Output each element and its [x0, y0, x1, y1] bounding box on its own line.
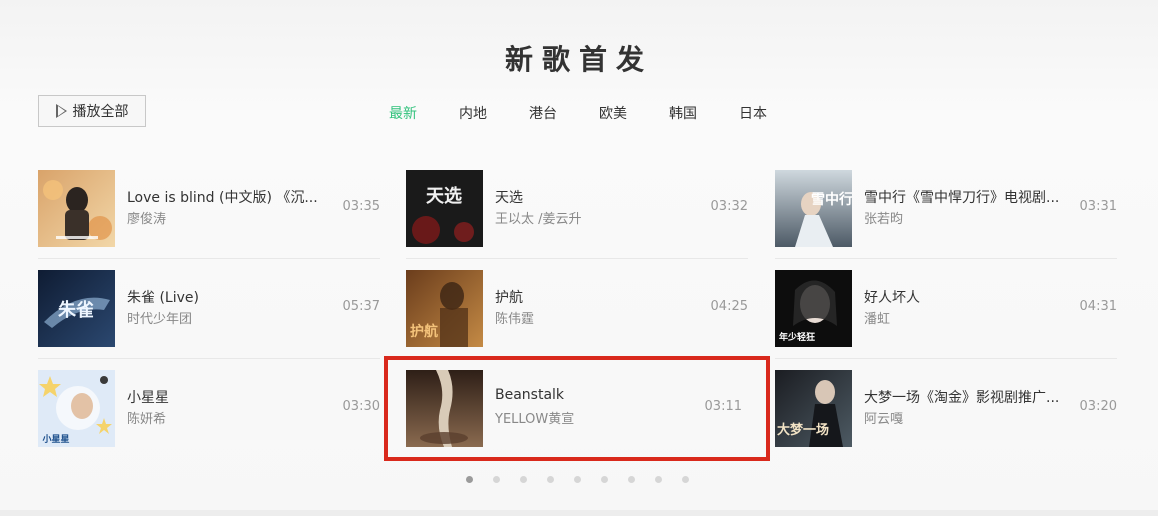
row-divider [38, 358, 380, 359]
album-cover[interactable]: 小星星 [38, 370, 115, 447]
album-cover[interactable]: 大梦一场 [775, 370, 852, 447]
cover-text: 护航 [410, 323, 438, 340]
album-cover[interactable] [38, 170, 115, 247]
row-divider [775, 358, 1117, 359]
song-name[interactable]: 好人坏人 [864, 287, 1064, 307]
album-cover[interactable]: 年少轻狂 [775, 270, 852, 347]
song-artist[interactable]: YELLOW黄宣 [495, 408, 695, 427]
section-title: 新歌首发 [504, 43, 653, 76]
pager-dot[interactable] [682, 476, 689, 483]
pager-dot[interactable] [601, 476, 608, 483]
song-artist[interactable]: 陈妍希 [127, 408, 327, 427]
tab-korea[interactable]: 韩国 [669, 103, 697, 123]
pager-dot[interactable] [655, 476, 662, 483]
album-cover[interactable] [406, 370, 483, 447]
song-item[interactable]: 护航 护航 陈伟霆 04:25 [406, 270, 748, 348]
song-duration: 05:37 [342, 299, 380, 314]
song-item[interactable]: 雪中行 雪中行《雪中悍刀行》电视剧... 张若昀 03:31 [775, 170, 1117, 248]
cover-text: 雪中行 [811, 191, 852, 208]
song-item[interactable]: 年少轻狂 好人坏人 潘虹 04:31 [775, 270, 1117, 348]
cover-text: 天选 [426, 186, 462, 207]
album-cover[interactable]: 朱雀 [38, 270, 115, 347]
song-item[interactable]: 小星星 小星星 陈妍希 03:30 [38, 370, 380, 448]
song-artist[interactable]: 王以太 /姜云升 [495, 208, 695, 227]
song-artist[interactable]: 廖俊涛 [127, 208, 327, 227]
song-duration: 04:31 [1079, 299, 1117, 314]
tab-latest[interactable]: 最新 [389, 103, 417, 123]
album-cover[interactable]: 天选 [406, 170, 483, 247]
cover-text: 年少轻狂 [779, 331, 815, 343]
cover-text: 大梦一场 [777, 422, 829, 438]
song-artist[interactable]: 张若昀 [864, 208, 1064, 227]
song-artist[interactable]: 阿云嘎 [864, 408, 1064, 427]
song-artist[interactable]: 时代少年团 [127, 308, 327, 327]
song-item[interactable]: Love is blind (中文版) 《沉... 廖俊涛 03:35 [38, 170, 380, 248]
region-tabs: 最新 内地 港台 欧美 韩国 日本 [0, 103, 1158, 123]
tab-japan[interactable]: 日本 [739, 103, 767, 123]
album-cover[interactable]: 护航 [406, 270, 483, 347]
album-cover[interactable]: 雪中行 [775, 170, 852, 247]
pager-dot[interactable] [628, 476, 635, 483]
tab-hk-tw[interactable]: 港台 [529, 103, 557, 123]
row-divider [406, 258, 748, 259]
song-name[interactable]: 大梦一场《淘金》影视剧推广... [864, 387, 1064, 407]
section-bottom-rule [0, 510, 1158, 516]
song-item[interactable]: Beanstalk YELLOW黄宣 03:11 [406, 370, 742, 448]
cover-text: 朱雀 [58, 299, 94, 321]
song-name[interactable]: Beanstalk [495, 387, 695, 403]
song-item[interactable]: 大梦一场 大梦一场《淘金》影视剧推广... 阿云嘎 03:20 [775, 370, 1117, 448]
row-divider [775, 258, 1117, 259]
row-divider [38, 258, 380, 259]
song-duration: 03:31 [1079, 199, 1117, 214]
song-item[interactable]: 天选 天选 王以太 /姜云升 03:32 [406, 170, 748, 248]
song-duration: 04:25 [710, 299, 748, 314]
song-name[interactable]: 雪中行《雪中悍刀行》电视剧... [864, 187, 1064, 207]
song-name[interactable]: 天选 [495, 187, 695, 207]
song-name[interactable]: 护航 [495, 287, 695, 307]
new-songs-section: 新歌首发 播放全部 最新 内地 港台 欧美 韩国 日本 Love is blin… [0, 0, 1158, 516]
carousel-pager [0, 476, 1158, 484]
song-name[interactable]: 朱雀 (Live) [127, 287, 327, 307]
tab-western[interactable]: 欧美 [599, 103, 627, 123]
song-artist[interactable]: 潘虹 [864, 308, 1064, 327]
song-name[interactable]: Love is blind (中文版) 《沉... [127, 187, 327, 207]
cover-text: 小星星 [41, 433, 69, 445]
song-duration: 03:32 [710, 199, 748, 214]
song-duration: 03:35 [342, 199, 380, 214]
pager-dot[interactable] [547, 476, 554, 483]
pager-dot[interactable] [466, 476, 473, 483]
song-duration: 03:30 [342, 399, 380, 414]
pager-dot[interactable] [493, 476, 500, 483]
song-duration: 03:20 [1079, 399, 1117, 414]
song-duration: 03:11 [704, 399, 742, 414]
pager-dot[interactable] [520, 476, 527, 483]
pager-dot[interactable] [574, 476, 581, 483]
song-artist[interactable]: 陈伟霆 [495, 308, 695, 327]
song-item[interactable]: 朱雀 朱雀 (Live) 时代少年团 05:37 [38, 270, 380, 348]
tab-mainland[interactable]: 内地 [459, 103, 487, 123]
song-name[interactable]: 小星星 [127, 387, 327, 407]
